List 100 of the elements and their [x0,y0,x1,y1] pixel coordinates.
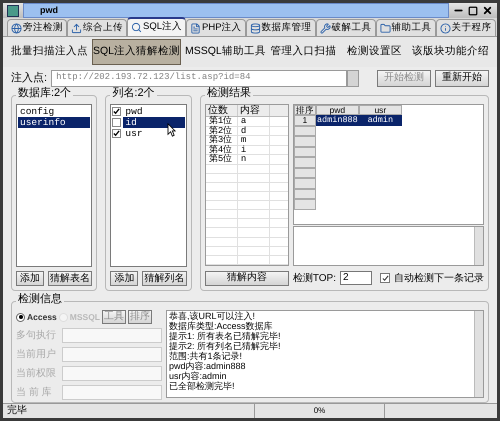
tab[interactable]: 数据库管理 [246,19,316,36]
column-header: usr [358,105,402,115]
log-line: pwd内容:admin888 [169,361,246,371]
tab[interactable]: 旁注检测 [7,19,67,36]
radio-button[interactable] [16,312,25,322]
toolbar-tab[interactable]: SQL注入猜解检测 [92,39,182,65]
check-icon [113,108,120,115]
toolbar-tab[interactable]: 批量扫描注入点 [11,39,88,65]
list-item[interactable]: config [18,106,90,117]
checkbox[interactable] [112,129,122,138]
table-cell: 第3位 [206,136,238,144]
tab[interactable]: SQL注入 [127,17,186,36]
record-row[interactable]: admin888 admin [316,115,402,126]
info-icon [440,22,451,34]
list-item[interactable]: pwd [123,106,185,117]
field-label: 多句执行 [16,328,57,343]
column-header: pwd [316,105,359,115]
field-label: 当 前 库 [16,386,53,400]
injection-label: 注入点: [11,70,48,86]
row-header [294,188,316,199]
mouse-cursor-icon [167,123,176,137]
search-icon [131,22,142,33]
checkbox[interactable] [112,107,122,116]
upload-icon [71,22,82,34]
table-cell: d [238,126,270,135]
group-title: 检测结果 [204,88,253,99]
check-icon [113,130,120,137]
group-title: 数据库:2个 [16,88,74,99]
top-field[interactable]: 2 [340,271,372,285]
text-area[interactable] [292,226,484,266]
checkbox[interactable] [112,118,122,127]
scrollbar[interactable] [474,227,483,265]
status-text: 完毕 [3,404,255,418]
input-field[interactable] [62,328,162,343]
checkbox-label: 自动检测下一条记录 [394,272,484,286]
row-header [294,168,316,178]
log-line: 已全部检测完毕! [169,381,235,391]
toolbar-tab[interactable]: 管理入口扫描 [270,39,337,65]
table-cell: 第1位 [206,117,238,126]
group-title: 检测信息 [16,294,64,305]
tab[interactable]: 综合上传 [67,19,127,36]
button[interactable]: 猜解列名 [142,271,187,286]
input-field[interactable] [62,385,162,400]
list-item[interactable]: usr [123,128,185,139]
row-header [294,199,316,210]
folder-icon [380,22,391,34]
log-line: usr内容:admin [169,371,227,381]
row-header [294,136,316,146]
table-cell: 第5位 [206,155,238,164]
table-cell-text: admin [366,115,394,126]
tab[interactable]: 辅助工具 [376,19,436,36]
database-icon [250,22,261,34]
document-icon [190,22,202,34]
table-cell: m [238,136,270,144]
row-header [294,146,316,157]
top-label: 检测TOP: [292,272,336,286]
input-field[interactable] [62,366,162,381]
tab[interactable]: 关于程序 [436,19,496,36]
table-cell: 第4位 [206,146,238,154]
button[interactable]: 猜解内容 [204,270,289,286]
log-line: 提示2: 所有列名已猜解完毕! [169,341,281,351]
tab[interactable]: 破解工具 [316,19,376,36]
button[interactable]: 重新开始 [435,70,489,86]
dropdown-button[interactable] [347,70,359,86]
input-field[interactable] [62,347,162,362]
button[interactable]: 添加 [16,271,44,286]
scrollbar[interactable] [474,311,483,397]
log-line: 数据库类型:Access数据库 [169,321,273,331]
window-title: pwd [23,3,449,18]
list-item[interactable]: id [123,117,185,128]
progress-text: 0% [255,404,385,418]
row-number: 1 [294,115,316,126]
column-header: 排序 [294,105,316,115]
row-header [294,157,316,168]
maximize-icon[interactable] [468,6,478,16]
table-cell: i [238,146,270,154]
row-header [294,178,316,188]
toolbar-tab[interactable]: 检测设置区 [340,39,408,65]
globe-icon [11,22,22,34]
close-icon[interactable] [482,5,493,16]
url-field[interactable]: http://202.193.72.123/list.asp?id=84 [51,70,347,86]
table-cell: n [238,155,270,164]
log-line: 恭喜,该URL可以注入! [169,311,256,321]
row-header [294,126,316,136]
app-icon [7,4,19,16]
button[interactable]: 猜解表名 [48,271,92,286]
wrench-icon [320,22,331,34]
log-line: 范围:共有1条记录! [169,351,242,361]
list-item[interactable]: userinfo [18,117,90,128]
log-line: 提示1: 所有表名已猜解完毕! [169,331,281,341]
button[interactable]: 添加 [110,271,138,286]
table-cell: a [238,117,270,126]
table-cell: 第2位 [206,126,238,135]
toolbar-tab[interactable]: 该版块功能介绍 [412,39,489,65]
checkbox[interactable] [380,273,390,283]
field-label: 当前权限 [16,366,57,381]
table-cell: admin888 [316,115,359,126]
toolbar-tab[interactable]: MSSQL辅助工具 [185,39,266,65]
tab[interactable]: PHP注入 [186,19,246,36]
column-header: 位数 [206,105,238,116]
